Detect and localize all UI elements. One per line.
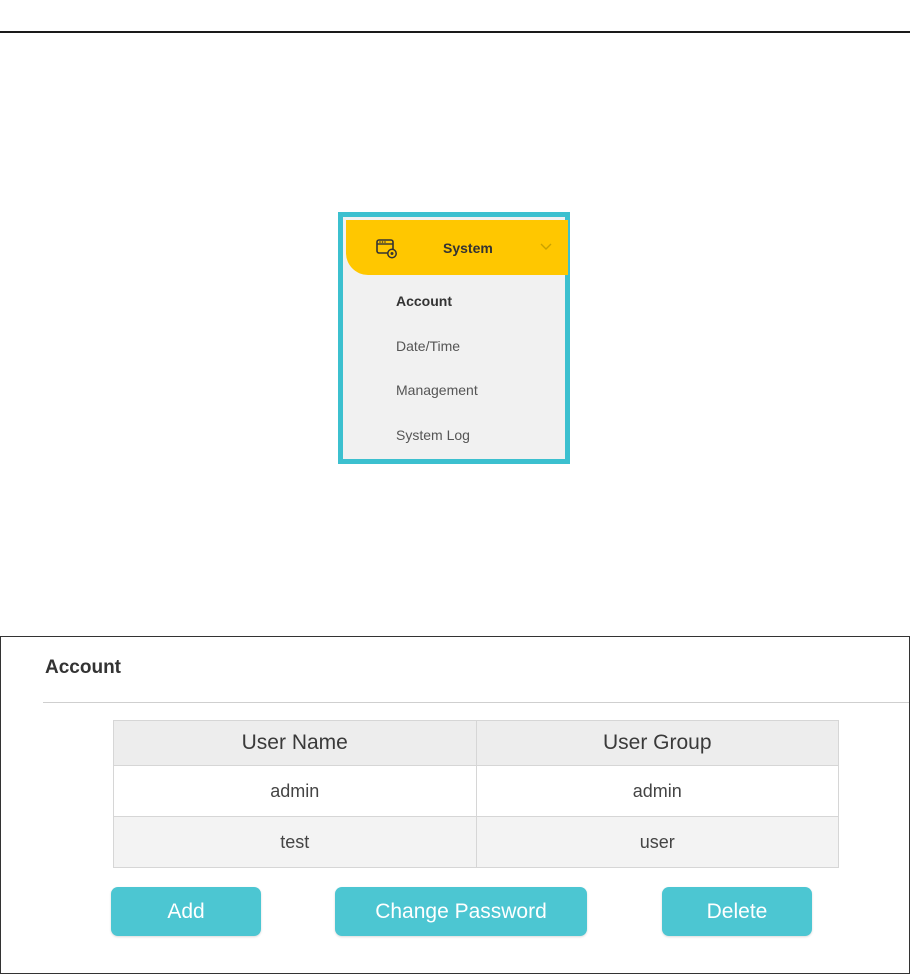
table-header-row: User Name User Group — [113, 720, 839, 766]
submenu-item-date-time[interactable]: Date/Time — [396, 338, 460, 354]
cell-user-group: user — [475, 816, 839, 868]
system-menu-header[interactable]: System — [346, 220, 568, 275]
title-divider — [43, 702, 909, 703]
submenu-item-management[interactable]: Management — [396, 382, 478, 398]
delete-button[interactable]: Delete — [662, 887, 812, 936]
table-row[interactable]: admin admin — [113, 765, 839, 817]
account-table: User Name User Group admin admin test us… — [113, 720, 839, 868]
account-title: Account — [45, 657, 121, 678]
table-row[interactable]: test user — [113, 816, 839, 868]
cell-user-name: test — [113, 816, 477, 868]
system-menu-label: System — [443, 240, 493, 256]
system-settings-icon — [376, 239, 397, 259]
chevron-down-icon[interactable] — [540, 242, 552, 252]
cell-user-name: admin — [113, 765, 477, 817]
change-password-button[interactable]: Change Password — [335, 887, 587, 936]
column-header-user-name: User Name — [113, 720, 477, 766]
submenu-item-account[interactable]: Account — [396, 293, 452, 309]
account-panel: Account User Name User Group admin admin… — [0, 636, 910, 974]
top-divider — [0, 31, 910, 33]
column-header-user-group: User Group — [475, 720, 839, 766]
system-menu-highlight: System Account Date/Time Management Syst… — [338, 212, 570, 464]
page: System Account Date/Time Management Syst… — [0, 0, 910, 975]
cell-user-group: admin — [475, 765, 839, 817]
add-button[interactable]: Add — [111, 887, 261, 936]
submenu-item-system-log[interactable]: System Log — [396, 427, 470, 443]
